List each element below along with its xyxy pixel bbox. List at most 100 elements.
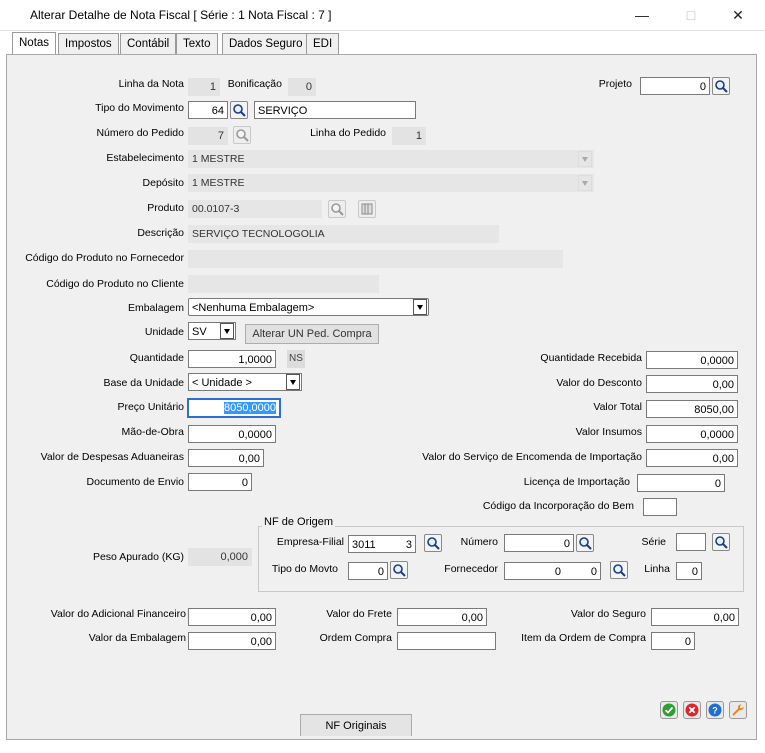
- numero-pedido-search-button[interactable]: [233, 126, 251, 144]
- mao-obra-input[interactable]: 0,0000: [188, 425, 276, 443]
- valor-insumos-input[interactable]: 0,0000: [646, 425, 738, 443]
- cod-fornecedor-label: Código do Produto no Fornecedor: [25, 252, 184, 264]
- title-bar: Alterar Detalhe de Nota Fiscal [ Série :…: [0, 0, 765, 31]
- numero-pedido-field: 7: [188, 127, 228, 145]
- linha-label: Linha: [644, 563, 670, 575]
- despesas-aduaneiras-label: Valor de Despesas Aduaneiras: [40, 451, 184, 463]
- descricao-label: Descrição: [137, 227, 184, 239]
- valor-frete-label: Valor do Frete: [326, 608, 392, 620]
- serie-label: Série: [641, 536, 666, 548]
- quantidade-input[interactable]: 1,0000: [188, 350, 276, 368]
- preco-unitario-label: Preço Unitário: [117, 401, 184, 413]
- mao-obra-label: Mão-de-Obra: [121, 426, 184, 438]
- numero-input[interactable]: 0: [504, 534, 574, 552]
- filial-input[interactable]: 3: [387, 535, 416, 553]
- cod-incorporacao-label: Código da Incorporação do Bem: [482, 500, 634, 512]
- table-icon: [361, 203, 373, 215]
- quantidade-recebida-input[interactable]: 0,0000: [646, 351, 738, 369]
- valor-embalagem-label: Valor da Embalagem: [88, 632, 186, 644]
- tab-texto[interactable]: Texto: [176, 33, 218, 54]
- produto-search-button[interactable]: [328, 200, 346, 218]
- chevron-down-icon: [578, 151, 592, 167]
- minimize-button[interactable]: —: [627, 4, 657, 26]
- fornecedor-label: Fornecedor: [444, 563, 498, 575]
- tab-edi[interactable]: EDI: [306, 33, 340, 54]
- linha-nota-field: 1: [188, 78, 220, 96]
- valor-embalagem-input[interactable]: 0,00: [188, 632, 276, 650]
- serie-input[interactable]: [676, 533, 706, 551]
- unidade-label: Unidade: [144, 326, 184, 338]
- ordem-compra-input[interactable]: [397, 632, 496, 650]
- search-icon: [715, 536, 728, 549]
- produto-field: 00.0107-3: [188, 200, 322, 218]
- documento-envio-input[interactable]: 0: [188, 473, 252, 491]
- documento-envio-label: Documento de Envio: [86, 476, 184, 488]
- projeto-label: Projeto: [598, 78, 632, 90]
- nf-originais-button[interactable]: NF Originais: [300, 714, 412, 736]
- tipo-movto-search-button[interactable]: [390, 561, 408, 579]
- ns-indicator: NS: [287, 350, 305, 368]
- embalagem-select[interactable]: <Nenhuma Embalagem>: [188, 298, 429, 316]
- item-ordem-compra-input[interactable]: 0: [651, 632, 695, 650]
- deposito-select[interactable]: 1 MESTRE: [188, 174, 594, 192]
- chevron-down-icon: [413, 299, 427, 315]
- cod-incorporacao-input[interactable]: [643, 498, 677, 516]
- fornecedor-search-button[interactable]: [610, 561, 628, 579]
- numero-search-button[interactable]: [576, 534, 594, 552]
- despesas-aduaneiras-input[interactable]: 0,00: [188, 449, 264, 467]
- ordem-compra-label: Ordem Compra: [319, 632, 392, 644]
- tab-notas[interactable]: Notas: [12, 32, 57, 55]
- valor-desconto-input[interactable]: 0,00: [646, 375, 738, 393]
- cancel-icon: [685, 703, 699, 717]
- tipo-movimento-desc-input[interactable]: SERVIÇO: [254, 101, 416, 119]
- preco-unitario-input[interactable]: 8050,0000: [187, 398, 281, 418]
- valor-total-input[interactable]: 8050,00: [646, 400, 738, 418]
- chevron-down-icon: [578, 175, 592, 191]
- produto-detail-button[interactable]: [358, 200, 376, 218]
- cod-cliente-field: [188, 275, 379, 293]
- check-icon: [662, 703, 676, 717]
- produto-label: Produto: [147, 202, 184, 214]
- search-icon: [613, 564, 626, 577]
- valor-insumos-label: Valor Insumos: [575, 426, 642, 438]
- cod-fornecedor-field: [188, 250, 563, 268]
- search-icon: [393, 564, 406, 577]
- projeto-input[interactable]: 0: [640, 77, 710, 95]
- estabelecimento-select[interactable]: 1 MESTRE: [188, 150, 594, 168]
- tab-contabil[interactable]: Contábil: [120, 33, 177, 54]
- serie-search-button[interactable]: [712, 533, 730, 551]
- help-button[interactable]: ?: [706, 701, 724, 719]
- tab-impostos[interactable]: Impostos: [58, 33, 119, 54]
- tipo-movto-input[interactable]: 0: [348, 562, 388, 580]
- fornecedor-input-2[interactable]: 0: [563, 562, 601, 580]
- servico-encomenda-input[interactable]: 0,00: [646, 449, 738, 467]
- deposito-label: Depósito: [142, 177, 184, 189]
- licenca-importacao-label: Licença de Importação: [523, 476, 630, 488]
- empresa-filial-search-button[interactable]: [424, 534, 442, 552]
- valor-seguro-input[interactable]: 0,00: [651, 608, 739, 626]
- base-unidade-select[interactable]: < Unidade >: [188, 373, 302, 391]
- adicional-financeiro-input[interactable]: 0,00: [188, 608, 276, 626]
- tab-dados-seguro[interactable]: Dados Seguro: [222, 33, 310, 54]
- search-icon: [579, 537, 592, 550]
- linha-input[interactable]: 0: [676, 562, 702, 580]
- confirm-button[interactable]: [660, 701, 678, 719]
- quantidade-label: Quantidade: [129, 352, 184, 364]
- licenca-importacao-input[interactable]: 0: [637, 474, 725, 492]
- valor-frete-input[interactable]: 0,00: [397, 608, 487, 626]
- close-button[interactable]: ✕: [723, 4, 753, 26]
- numero-label: Número: [460, 536, 498, 548]
- valor-desconto-label: Valor do Desconto: [556, 377, 642, 389]
- tools-button[interactable]: [729, 701, 747, 719]
- help-icon: ?: [708, 703, 722, 717]
- bonificacao-label: Bonificação: [227, 78, 282, 90]
- peso-apurado-label: Peso Apurado (KG): [92, 551, 184, 563]
- fornecedor-input-1[interactable]: 0: [504, 562, 564, 580]
- empresa-input[interactable]: 3011: [348, 535, 388, 553]
- projeto-search-button[interactable]: [712, 77, 730, 95]
- cancel-button[interactable]: [683, 701, 701, 719]
- alterar-un-button[interactable]: Alterar UN Ped. Compra: [245, 324, 379, 344]
- tipo-movimento-search-button[interactable]: [230, 101, 248, 119]
- tipo-movimento-code-input[interactable]: 64: [188, 101, 228, 119]
- maximize-button[interactable]: □: [676, 4, 706, 26]
